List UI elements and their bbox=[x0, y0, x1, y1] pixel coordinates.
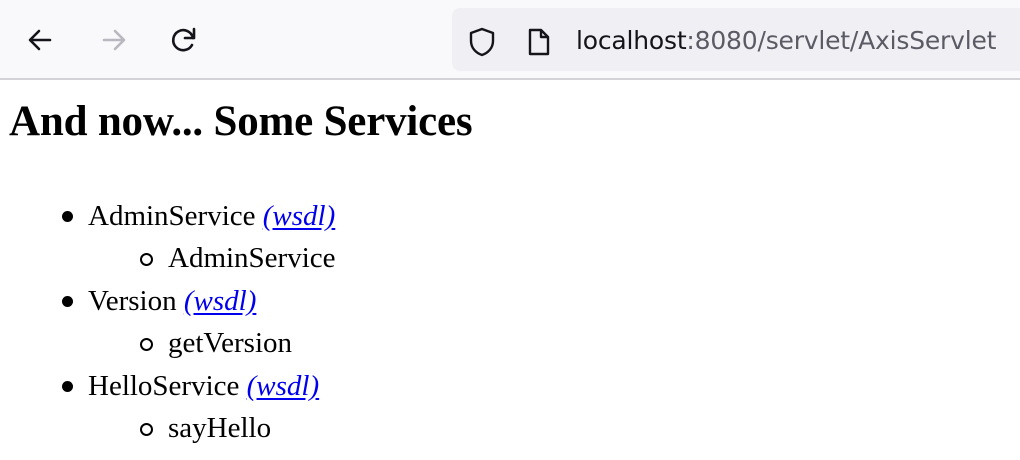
arrow-left-icon bbox=[28, 29, 52, 51]
operation-item: getVersion bbox=[0, 322, 336, 365]
disc-bullet-icon bbox=[62, 381, 73, 392]
url-bar[interactable]: localhost:8080/servlet/AxisServlet bbox=[452, 8, 1020, 71]
browser-toolbar: localhost:8080/servlet/AxisServlet bbox=[0, 0, 1020, 80]
service-item-hello: HelloService (wsdl) sayHello bbox=[0, 365, 336, 450]
disc-bullet-icon bbox=[62, 211, 73, 222]
service-name: HelloService bbox=[88, 370, 240, 402]
service-name: Version bbox=[88, 285, 177, 317]
service-name: AdminService bbox=[88, 200, 256, 232]
operation-name: AdminService bbox=[168, 242, 336, 274]
service-item-version: Version (wsdl) getVersion bbox=[0, 280, 336, 365]
reload-icon bbox=[172, 27, 196, 52]
url-host: localhost bbox=[576, 26, 687, 55]
circle-bullet-icon bbox=[140, 253, 153, 266]
wsdl-link[interactable]: (wsdl) bbox=[184, 285, 257, 317]
disc-bullet-icon bbox=[62, 296, 73, 307]
reload-button[interactable] bbox=[164, 20, 204, 60]
forward-button[interactable] bbox=[94, 20, 134, 60]
wsdl-link[interactable]: (wsdl) bbox=[263, 200, 336, 232]
service-list: AdminService (wsdl) AdminService Version… bbox=[0, 195, 336, 450]
circle-bullet-icon bbox=[140, 423, 153, 436]
service-row: HelloService (wsdl) bbox=[0, 365, 336, 407]
url-text[interactable]: localhost:8080/servlet/AxisServlet bbox=[576, 8, 996, 71]
operation-item: AdminService bbox=[0, 237, 336, 280]
page-content: And now... Some Services AdminService (w… bbox=[0, 82, 1020, 460]
shield-icon[interactable] bbox=[466, 26, 498, 58]
service-row: Version (wsdl) bbox=[0, 280, 336, 322]
service-row: AdminService (wsdl) bbox=[0, 195, 336, 237]
operation-name: getVersion bbox=[168, 327, 293, 359]
arrow-right-icon bbox=[102, 29, 126, 51]
operation-item: sayHello bbox=[0, 407, 336, 450]
page-icon bbox=[522, 26, 554, 58]
page-title: And now... Some Services bbox=[9, 98, 473, 145]
wsdl-link[interactable]: (wsdl) bbox=[247, 370, 320, 402]
operation-name: sayHello bbox=[168, 412, 272, 444]
back-button[interactable] bbox=[20, 20, 60, 60]
url-port-path: :8080/servlet/AxisServlet bbox=[686, 26, 997, 55]
service-item-admin: AdminService (wsdl) AdminService bbox=[0, 195, 336, 280]
circle-bullet-icon bbox=[140, 338, 153, 351]
